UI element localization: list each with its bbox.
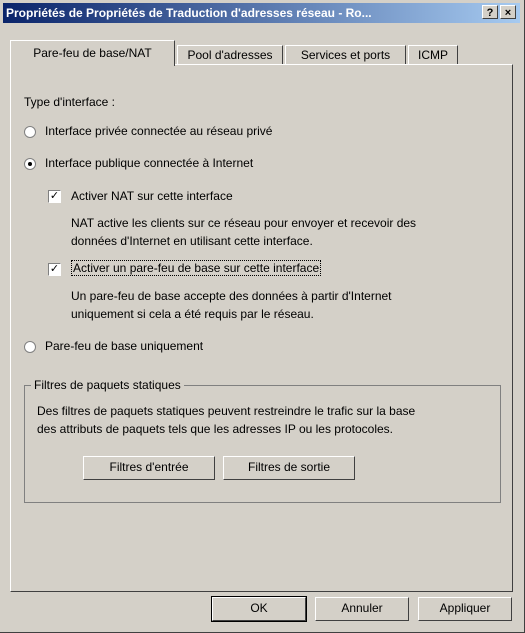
close-button[interactable]: × <box>500 5 516 19</box>
radio-private-interface[interactable] <box>24 126 36 138</box>
nat-description-line-2: données d'Internet en utilisant cette in… <box>71 234 313 248</box>
radio-public-interface[interactable] <box>24 158 36 170</box>
output-filters-button[interactable]: Filtres de sortie <box>223 456 355 480</box>
tab-firewall-nat-label: Pare-feu de base/NAT <box>33 46 152 60</box>
tab-icmp-label: ICMP <box>418 48 448 62</box>
input-filters-button[interactable]: Filtres d'entrée <box>83 456 215 480</box>
check-enable-firewall[interactable]: ✓ <box>48 263 61 276</box>
filters-description-line-2: des attributs de paquets tels que les ad… <box>37 422 393 436</box>
title-bar[interactable]: Propriétés de Propriétés de Traduction d… <box>3 3 520 23</box>
radio-basic-firewall-label[interactable]: Pare-feu de base uniquement <box>45 339 203 353</box>
check-enable-firewall-text: Activer un pare-feu de base sur cette in… <box>71 260 322 276</box>
tab-panel: Type d'interface : Interface privée conn… <box>10 64 513 592</box>
radio-public-label[interactable]: Interface publique connectée à Internet <box>45 156 253 170</box>
tab-firewall-nat[interactable]: Pare-feu de base/NAT <box>10 40 175 66</box>
interface-type-label: Type d'interface : <box>24 95 116 109</box>
check-enable-firewall-label[interactable]: Activer un pare-feu de base sur cette in… <box>71 260 322 276</box>
check-enable-nat[interactable]: ✓ <box>48 190 61 203</box>
static-packet-filters-group: Filtres de paquets statiques Des filtres… <box>24 378 501 503</box>
tab-services-ports[interactable]: Services et ports <box>285 45 406 65</box>
radio-selected-dot <box>28 162 32 166</box>
help-button[interactable]: ? <box>482 5 498 19</box>
firewall-description-line-2: uniquement si cela a été requis par le r… <box>71 307 314 321</box>
tab-icmp[interactable]: ICMP <box>408 45 458 65</box>
static-packet-filters-legend: Filtres de paquets statiques <box>31 378 184 392</box>
properties-dialog: Propriétés de Propriétés de Traduction d… <box>0 0 525 633</box>
firewall-description-line-1: Un pare-feu de base accepte des données … <box>71 289 392 303</box>
apply-button[interactable]: Appliquer <box>418 597 512 621</box>
window-title: Propriétés de Propriétés de Traduction d… <box>6 6 372 20</box>
filters-description-line-1: Des filtres de paquets statiques peuvent… <box>37 404 416 418</box>
tab-address-pool[interactable]: Pool d'adresses <box>177 45 283 65</box>
radio-private-label[interactable]: Interface privée connectée au réseau pri… <box>45 124 272 138</box>
tab-address-pool-label: Pool d'adresses <box>187 48 273 62</box>
tab-services-ports-label: Services et ports <box>300 48 391 62</box>
cancel-button[interactable]: Annuler <box>315 597 409 621</box>
ok-button[interactable]: OK <box>211 596 307 622</box>
radio-basic-firewall-only[interactable] <box>24 341 36 353</box>
nat-description-line-1: NAT active les clients sur ce réseau pou… <box>71 216 417 230</box>
check-enable-nat-label[interactable]: Activer NAT sur cette interface <box>71 189 233 203</box>
